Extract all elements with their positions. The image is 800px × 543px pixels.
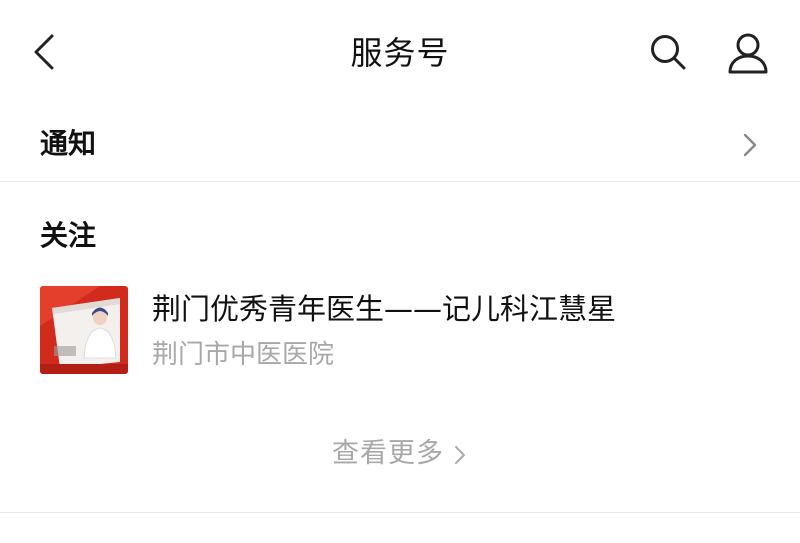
chevron-right-icon [738, 130, 762, 160]
article-thumbnail [40, 286, 128, 374]
divider [0, 512, 800, 513]
person-icon [728, 33, 768, 74]
chevron-right-icon [452, 442, 468, 468]
article-title: 荆门优秀青年医生——记儿科江慧星 [152, 292, 617, 326]
article-source: 荆门市中医医院 [152, 340, 335, 370]
notice-row[interactable]: 通知 [0, 108, 800, 182]
doctor-photo [40, 286, 128, 374]
search-button[interactable] [646, 30, 690, 74]
search-icon [651, 35, 686, 70]
view-more-label: 查看更多 [332, 438, 444, 469]
list-item[interactable]: 荆门优秀青年医生——记儿科江慧星 荆门市中医医院 [0, 276, 800, 386]
top-bar: 服务号 [0, 0, 800, 106]
profile-button[interactable] [724, 30, 772, 76]
service-accounts-page: 服务号 通知 关注 荆门优秀青年医生——记儿科江慧星 荆门市中医医院 查看更多 [0, 0, 800, 543]
notice-label: 通知 [40, 127, 97, 160]
follow-section-label: 关注 [40, 219, 97, 252]
view-more-link[interactable]: 查看更多 [0, 434, 800, 474]
